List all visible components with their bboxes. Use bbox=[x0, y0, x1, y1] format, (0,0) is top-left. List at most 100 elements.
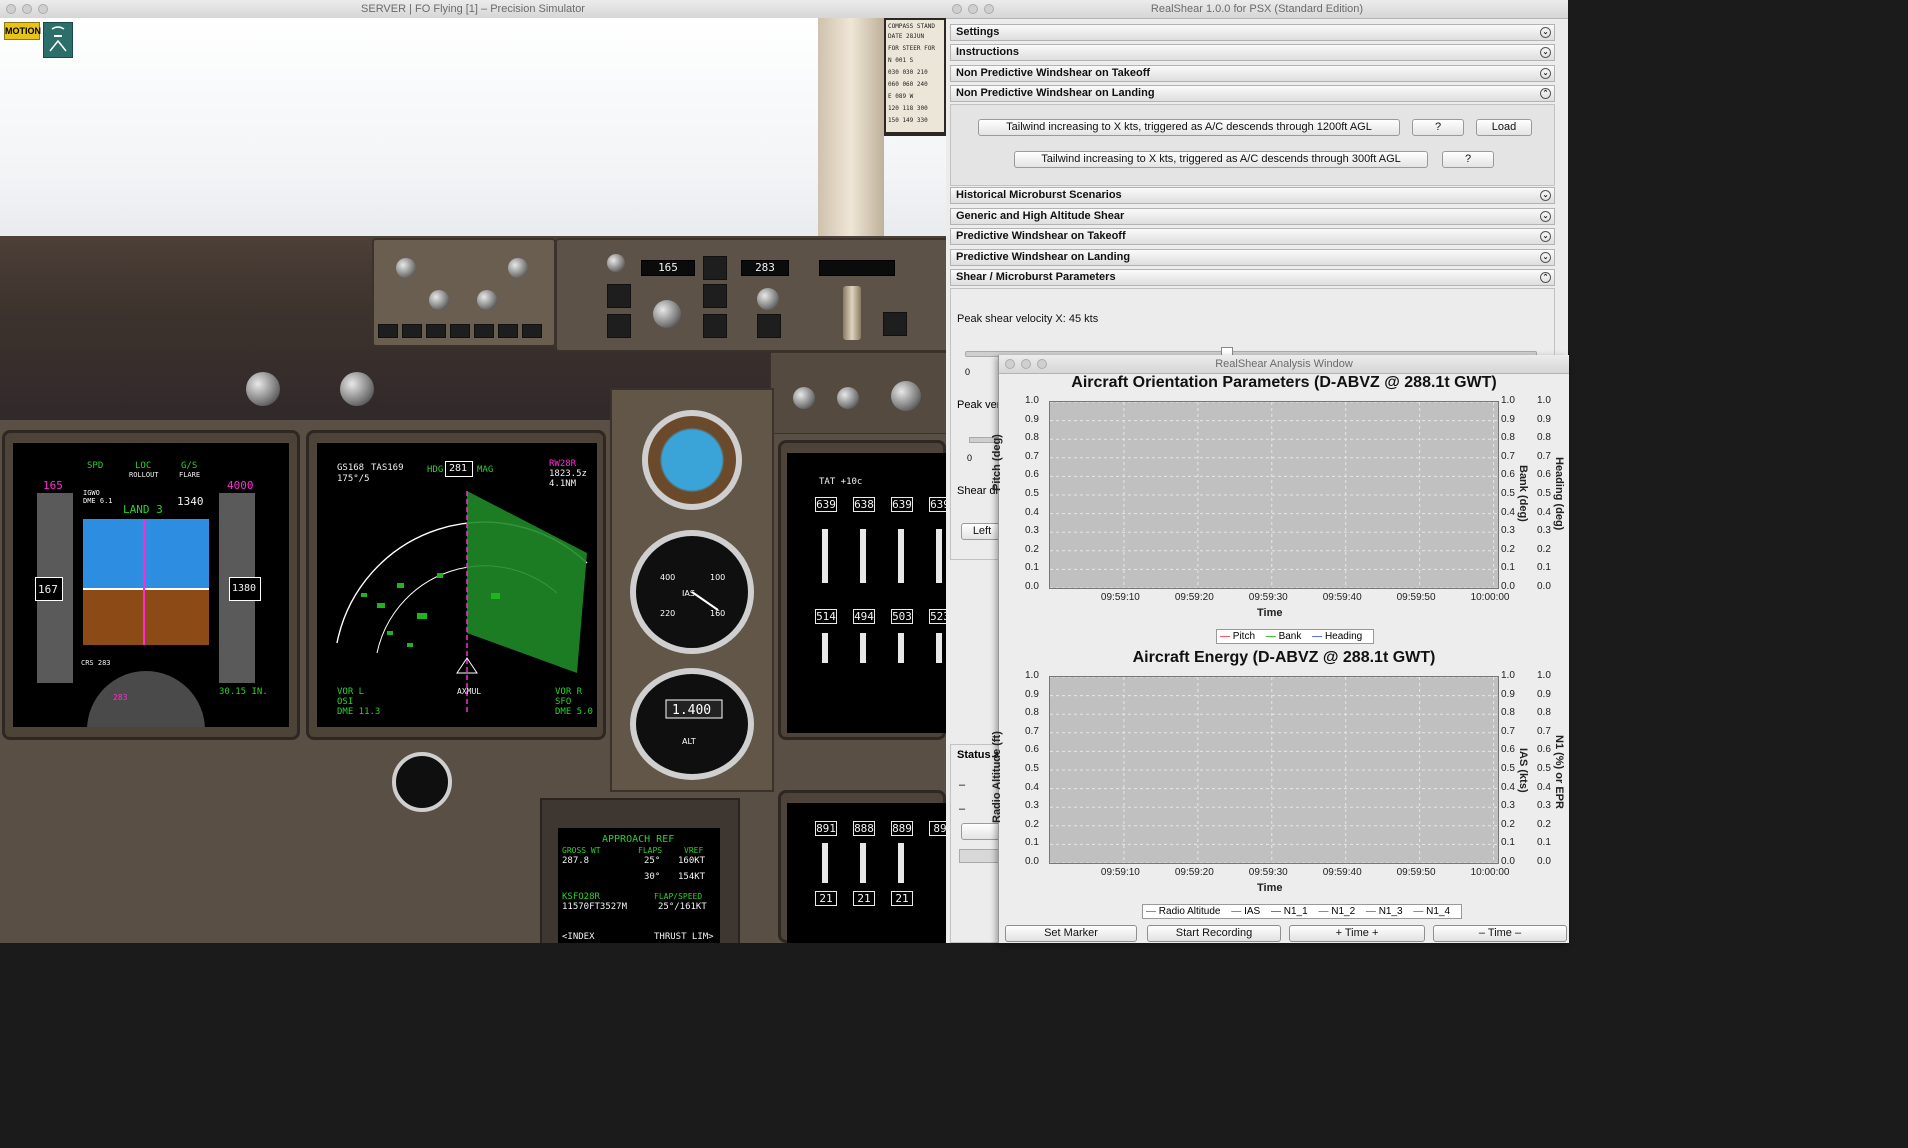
time-minus-button[interactable]: – Time – bbox=[1433, 925, 1567, 942]
chart2-plot-area[interactable] bbox=[1049, 676, 1499, 864]
efis-pos-button[interactable] bbox=[498, 324, 518, 338]
cdu-index-prompt[interactable]: <INDEX bbox=[562, 932, 595, 942]
cdu: APPROACH REF GROSS WT FLAPS VREF 287.8 2… bbox=[540, 798, 740, 943]
chart1-grid bbox=[1050, 401, 1498, 589]
at-arm-switch[interactable] bbox=[607, 254, 625, 272]
svg-text:FOR STEER FOR: FOR STEER FOR bbox=[888, 45, 935, 52]
analysis-titlebar: RealShear Analysis Window bbox=[999, 355, 1569, 374]
windshield-post bbox=[818, 18, 884, 240]
scenario-1200ft-help-button[interactable]: ? bbox=[1412, 119, 1464, 136]
hdg-window: 283 bbox=[741, 260, 789, 276]
pfd-dme: DME 6.1 bbox=[83, 497, 113, 505]
speed-readout-box: 167 bbox=[35, 577, 63, 601]
set-marker-button[interactable]: Set Marker bbox=[1005, 925, 1137, 942]
start-recording-button[interactable]: Start Recording bbox=[1147, 925, 1281, 942]
speed-knob[interactable] bbox=[653, 300, 681, 328]
thr-button[interactable] bbox=[607, 284, 631, 308]
efis-arpt-button[interactable] bbox=[450, 324, 470, 338]
y-tick-label: 1.0 bbox=[1501, 670, 1515, 681]
eicas-n2-bar-3 bbox=[898, 843, 904, 883]
efis-sta-button[interactable] bbox=[402, 324, 422, 338]
section-np-landing[interactable]: Non Predictive Windshear on Landing ⌃ bbox=[950, 85, 1555, 102]
lwr-crt-knob[interactable] bbox=[340, 372, 374, 406]
y-tick-label: 0.2 bbox=[1025, 818, 1039, 830]
zoom-window-icon[interactable] bbox=[1037, 359, 1047, 369]
status-value-2: – bbox=[959, 803, 966, 815]
spd-button[interactable] bbox=[607, 314, 631, 338]
minimize-window-icon[interactable] bbox=[1021, 359, 1031, 369]
section-historical[interactable]: Historical Microburst Scenarios ⌄ bbox=[950, 187, 1555, 204]
motion-platform-icon[interactable] bbox=[43, 22, 73, 58]
section-generic[interactable]: Generic and High Altitude Shear ⌄ bbox=[950, 208, 1555, 225]
cdu-flaps-25: 25° bbox=[644, 856, 661, 866]
chevron-down-icon[interactable]: ⌄ bbox=[1540, 252, 1551, 263]
close-window-icon[interactable] bbox=[1005, 359, 1015, 369]
legend-n1-2-label: N1_2 bbox=[1331, 906, 1356, 917]
motion-badge[interactable]: MOTION bbox=[4, 22, 41, 40]
cdu-thrust-lim-prompt[interactable]: THRUST LIM> bbox=[654, 932, 714, 942]
minimize-window-icon[interactable] bbox=[968, 4, 978, 14]
svg-text:400: 400 bbox=[660, 573, 675, 582]
brt-upr-knob[interactable] bbox=[793, 387, 815, 409]
legend-heading: — Heading bbox=[1312, 631, 1363, 642]
chevron-down-icon[interactable]: ⌄ bbox=[1540, 211, 1551, 222]
chart1-plot-area[interactable] bbox=[1049, 401, 1499, 589]
y-tick-label: 0.8 bbox=[1537, 707, 1551, 719]
nd-mode-knob[interactable] bbox=[429, 290, 449, 310]
heading-knob[interactable] bbox=[757, 288, 779, 310]
pfd-mode-flare: FLARE bbox=[179, 471, 201, 479]
nd-compass-rose bbox=[336, 491, 588, 713]
y-tick-label: 0.9 bbox=[1501, 413, 1515, 425]
section-shear-params[interactable]: Shear / Microburst Parameters ⌃ bbox=[950, 269, 1555, 286]
efis-terr-button[interactable] bbox=[522, 324, 542, 338]
chevron-down-icon[interactable]: ⌄ bbox=[1540, 190, 1551, 201]
navigation-display: GS168 TAS169 175°/5 HDG 281 MAG RW28R 18… bbox=[317, 443, 597, 727]
shear-left-button[interactable]: Left bbox=[961, 523, 1003, 540]
vnav-button[interactable] bbox=[703, 284, 727, 308]
minimums-knob[interactable] bbox=[396, 258, 416, 278]
section-instructions[interactable]: Instructions ⌄ bbox=[950, 44, 1555, 61]
efis-wxr-button[interactable] bbox=[378, 324, 398, 338]
section-pred-takeoff[interactable]: Predictive Windshear on Takeoff ⌄ bbox=[950, 228, 1555, 245]
time-plus-button[interactable]: + Time + bbox=[1289, 925, 1425, 942]
section-np-takeoff[interactable]: Non Predictive Windshear on Takeoff ⌄ bbox=[950, 65, 1555, 82]
chevron-up-icon[interactable]: ⌃ bbox=[1540, 272, 1551, 283]
scenario-300ft-help-button[interactable]: ? bbox=[1442, 151, 1494, 168]
zoom-window-icon[interactable] bbox=[38, 4, 48, 14]
chevron-down-icon[interactable]: ⌄ bbox=[1540, 68, 1551, 79]
nd-range-knob[interactable] bbox=[477, 290, 497, 310]
chevron-down-icon[interactable]: ⌄ bbox=[1540, 47, 1551, 58]
zoom-window-icon[interactable] bbox=[984, 4, 994, 14]
close-window-icon[interactable] bbox=[952, 4, 962, 14]
brt-lwr-knob[interactable] bbox=[837, 387, 859, 409]
flch-button[interactable] bbox=[703, 314, 727, 338]
horizon-line bbox=[83, 588, 209, 590]
vs-thumbwheel[interactable] bbox=[843, 286, 861, 340]
eiu-sel-knob[interactable] bbox=[891, 381, 921, 411]
standby-instrument-panel: IAS 400 100 220 160 1.400 ALT bbox=[610, 388, 774, 792]
efis-data-button[interactable] bbox=[474, 324, 494, 338]
y-tick-label: 0.9 bbox=[1025, 413, 1039, 425]
inbd-crt-knob[interactable] bbox=[246, 372, 280, 406]
vs-button[interactable] bbox=[883, 312, 907, 336]
cdu-flaps-label: FLAPS bbox=[638, 846, 663, 855]
legend-pitch: — Pitch bbox=[1220, 631, 1256, 642]
chevron-down-icon[interactable]: ⌄ bbox=[1540, 231, 1551, 242]
standby-airspeed-indicator: IAS 400 100 220 160 bbox=[630, 530, 754, 654]
minimize-window-icon[interactable] bbox=[22, 4, 32, 14]
chevron-up-icon[interactable]: ⌃ bbox=[1540, 88, 1551, 99]
svg-text:N 001 S: N 001 S bbox=[888, 57, 914, 64]
scenario-1200ft-button[interactable]: Tailwind increasing to X kts, triggered … bbox=[978, 119, 1400, 136]
section-settings[interactable]: Settings ⌄ bbox=[950, 24, 1555, 41]
chevron-down-icon[interactable]: ⌄ bbox=[1540, 27, 1551, 38]
section-pred-landing[interactable]: Predictive Windshear on Landing ⌄ bbox=[950, 249, 1555, 266]
lnav-button[interactable] bbox=[703, 256, 727, 280]
cdu-gross-wt: 287.8 bbox=[562, 856, 590, 866]
close-window-icon[interactable] bbox=[6, 4, 16, 14]
load-button[interactable]: Load bbox=[1476, 119, 1532, 136]
status-button[interactable] bbox=[961, 823, 1001, 840]
baro-knob[interactable] bbox=[508, 258, 528, 278]
scenario-300ft-button[interactable]: Tailwind increasing to X kts, triggered … bbox=[1014, 151, 1428, 168]
hdg-hold-button[interactable] bbox=[757, 314, 781, 338]
efis-wpt-button[interactable] bbox=[426, 324, 446, 338]
